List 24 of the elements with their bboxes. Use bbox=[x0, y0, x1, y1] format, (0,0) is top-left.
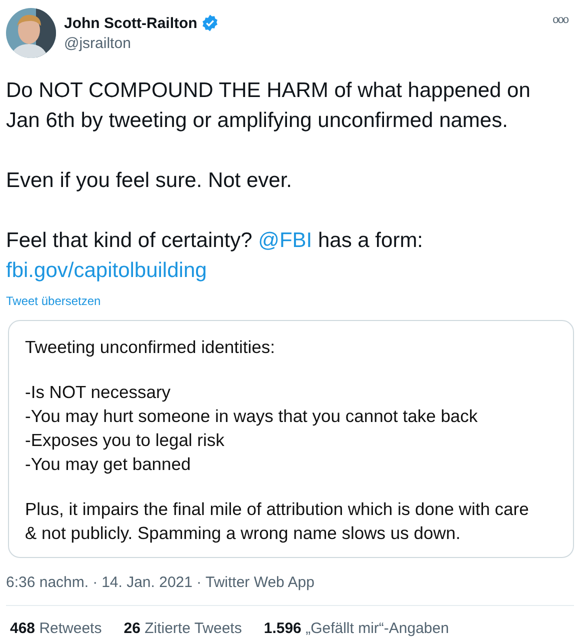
tweet-text: Even if you feel sure. Not ever. bbox=[6, 168, 293, 194]
meta-text: 14. Jan. 2021 bbox=[102, 574, 192, 591]
author-name[interactable]: John Scott-Railton bbox=[64, 14, 198, 32]
card-paragraph: Plus, it impairs the final mile of attribution which is done with care & not publicly. Spamming a wrong name slows us down. bbox=[25, 498, 530, 545]
more-button[interactable]: ooo bbox=[552, 6, 574, 26]
card-point: -Exposes you to legal risk bbox=[25, 429, 226, 452]
author-handle[interactable]: @jsrailton bbox=[64, 35, 545, 52]
card-point: -You may get banned bbox=[25, 453, 192, 476]
card-heading: Tweeting unconfirmed identities: bbox=[25, 336, 276, 359]
stat-link[interactable]: 468 Retweets bbox=[10, 620, 102, 637]
stat-link[interactable]: 26 Zitierte Tweets bbox=[124, 620, 242, 637]
meta-text: Twitter Web App bbox=[205, 574, 314, 591]
meta-text[interactable]: 6:36 nachm. bbox=[6, 574, 89, 591]
image-card[interactable] bbox=[8, 320, 574, 558]
url-link[interactable]: fbi.gov/capitolbuilding bbox=[6, 259, 207, 282]
separator-dot: · bbox=[92, 574, 98, 591]
card-point: -Is NOT necessary bbox=[25, 381, 172, 404]
translate-link[interactable]: Tweet übersetzen bbox=[6, 294, 101, 308]
separator-dot: · bbox=[196, 574, 202, 591]
mention-link[interactable]: @FBI bbox=[258, 229, 312, 252]
tweet-text: Do NOT COMPOUND THE HARM of what happened on Jan 6th by tweeting or amplifying unconfirmed names. bbox=[6, 78, 532, 134]
tweet-text: Feel that kind of certainty? @FBI has a form: fbi.gov/capitolbuilding bbox=[6, 228, 424, 284]
stat-link[interactable]: 1.596 „Gefällt mir“-Angaben bbox=[264, 620, 449, 637]
card-point: -You may hurt someone in ways that you cannot take back bbox=[25, 405, 479, 428]
